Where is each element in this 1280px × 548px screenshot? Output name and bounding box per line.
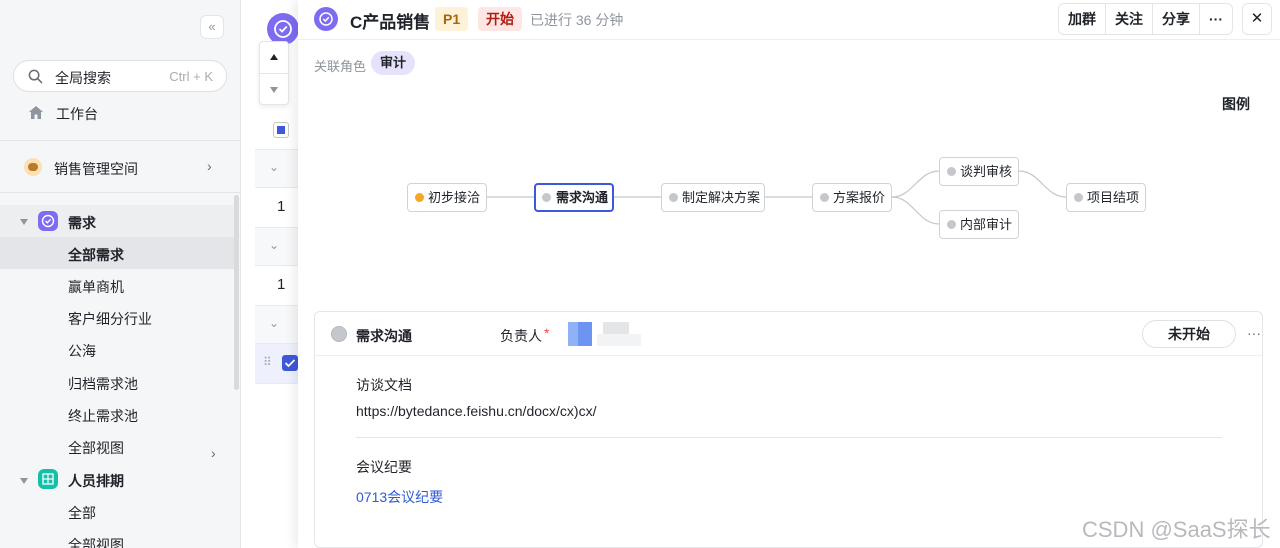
sort-up-icon[interactable] <box>270 54 278 60</box>
more-icon[interactable]: ··· <box>1200 4 1232 34</box>
check-circle-icon <box>38 211 58 231</box>
select-all-checkbox[interactable] <box>273 122 289 138</box>
flow-node-internal-audit[interactable]: 内部审计 <box>939 210 1019 239</box>
search-icon <box>28 69 43 84</box>
page-title: C产品销售 <box>350 13 431 32</box>
sort-divider <box>260 73 288 74</box>
flow-node-quotation[interactable]: 方案报价 <box>812 183 892 212</box>
space-icon <box>24 158 42 176</box>
sidebar-item-all[interactable]: 全部 <box>68 503 96 523</box>
detail-topbar: C产品销售 P1 开始 已进行 36 分钟 加群 关注 分享 ··· ✕ <box>298 0 1280 40</box>
task-status-icon[interactable] <box>331 326 347 342</box>
flow-node-negotiation-review[interactable]: 谈判审核 <box>939 157 1019 186</box>
detail-panel: C产品销售 P1 开始 已进行 36 分钟 加群 关注 分享 ··· ✕ 关联角… <box>298 0 1280 548</box>
table-icon <box>38 469 58 489</box>
meeting-notes-link[interactable]: 0713会议纪要 <box>356 487 443 507</box>
sidebar-item-workbench[interactable]: 工作台 <box>56 104 98 124</box>
sidebar-group-scheduling[interactable]: 人员排期 <box>68 471 124 491</box>
meeting-notes-label: 会议纪要 <box>356 459 412 475</box>
selected-row-cell: ⠿ <box>255 344 300 384</box>
flow-node-requirement-communication[interactable]: 需求沟通 <box>534 183 614 212</box>
role-label: 关联角色 <box>314 59 367 74</box>
flow-node-initial-contact[interactable]: 初步接洽 <box>407 183 487 212</box>
search-placeholder: 全局搜索 <box>55 70 111 86</box>
row-number: 1 <box>277 276 286 293</box>
row-number: 1 <box>277 198 286 215</box>
drag-handle-icon[interactable]: ⠿ <box>263 355 272 369</box>
space-selector[interactable]: 销售管理空间 <box>54 159 138 179</box>
search-shortcut: Ctrl + K <box>169 69 213 84</box>
sidebar-item-archived-pool[interactable]: 归档需求池 <box>68 374 138 394</box>
collapse-sidebar-icon[interactable]: « <box>200 15 224 39</box>
chevron-down-icon[interactable]: ⌄ <box>269 316 279 330</box>
legend-button[interactable]: 图例 <box>1222 94 1250 114</box>
sidebar-scrollbar[interactable] <box>234 195 239 390</box>
row-number-cell: 1 <box>255 188 300 228</box>
interview-doc-label: 访谈文档 <box>356 377 412 393</box>
chevron-down-icon[interactable]: ⌄ <box>269 238 279 252</box>
sidebar-group-requirements[interactable]: 需求 <box>68 213 96 233</box>
task-card-header: 需求沟通 负责人 * 未开始 ··· <box>315 312 1262 356</box>
header-checkbox-cell <box>255 110 300 150</box>
join-group-button[interactable]: 加群 <box>1059 4 1106 34</box>
sidebar-item-customer-industry[interactable]: 客户细分行业 <box>68 309 152 329</box>
close-icon[interactable]: ✕ <box>1242 3 1272 35</box>
sidebar-item-all-views[interactable]: 全部视图 <box>68 438 124 458</box>
sort-down-icon[interactable] <box>270 87 278 93</box>
status-badge[interactable]: 开始 <box>478 7 522 31</box>
sidebar-divider-2 <box>0 192 240 193</box>
sidebar: « 全局搜索 Ctrl + K 工作台 销售管理空间 › 需求 全部需求 赢单商… <box>0 0 241 548</box>
home-icon <box>29 106 43 119</box>
chevron-right-icon[interactable]: › <box>211 445 216 461</box>
interview-doc-link[interactable]: https://bytedance.feishu.cn/docx/cx)cx/ <box>356 403 596 419</box>
owner-label: 负责人 <box>500 328 542 344</box>
sidebar-item-public-pool[interactable]: 公海 <box>68 341 96 361</box>
flow-node-solution-design[interactable]: 制定解决方案 <box>661 183 765 212</box>
elapsed-time: 已进行 36 分钟 <box>530 12 624 28</box>
required-mark: * <box>544 325 550 341</box>
flow-node-project-closure[interactable]: 项目结项 <box>1066 183 1146 212</box>
chevron-down-icon[interactable]: ⌄ <box>269 160 279 174</box>
role-tag[interactable]: 审计 <box>371 51 416 75</box>
sidebar-item-won-opportunities[interactable]: 赢单商机 <box>68 277 124 297</box>
top-action-group: 加群 关注 分享 ··· <box>1058 3 1233 35</box>
group-row-bg <box>0 205 236 237</box>
sidebar-item-terminated-pool[interactable]: 终止需求池 <box>68 406 138 426</box>
group-toggle-cell: ⌄ <box>255 306 300 344</box>
expand-triangle-icon[interactable] <box>20 219 28 225</box>
owner-avatar[interactable] <box>568 322 592 346</box>
group-toggle-cell: ⌄ <box>255 150 300 188</box>
field-divider <box>356 437 1222 438</box>
sidebar-item-all-requirements[interactable]: 全部需求 <box>68 245 124 265</box>
task-status-button[interactable]: 未开始 <box>1142 320 1236 348</box>
sidebar-item-all-views-2[interactable]: 全部视图 <box>68 535 124 548</box>
group-toggle-cell: ⌄ <box>255 228 300 266</box>
expand-triangle-icon[interactable] <box>20 478 28 484</box>
watermark: CSDN @SaaS探长 <box>1082 517 1271 542</box>
global-search-input[interactable]: 全局搜索 Ctrl + K <box>13 60 227 92</box>
row-number-cell: 1 <box>255 266 300 306</box>
share-button[interactable]: 分享 <box>1153 4 1200 34</box>
chevron-right-icon[interactable]: › <box>207 158 212 174</box>
requirement-type-icon <box>314 7 338 31</box>
row-checkbox[interactable] <box>282 355 298 371</box>
sort-control[interactable] <box>259 41 289 105</box>
owner-name-placeholder <box>597 334 641 346</box>
owner-name-placeholder <box>603 322 629 334</box>
priority-badge[interactable]: P1 <box>435 7 469 31</box>
task-name: 需求沟通 <box>356 328 412 344</box>
sidebar-divider <box>0 140 240 141</box>
follow-button[interactable]: 关注 <box>1106 4 1153 34</box>
task-more-icon[interactable]: ··· <box>1247 325 1261 341</box>
